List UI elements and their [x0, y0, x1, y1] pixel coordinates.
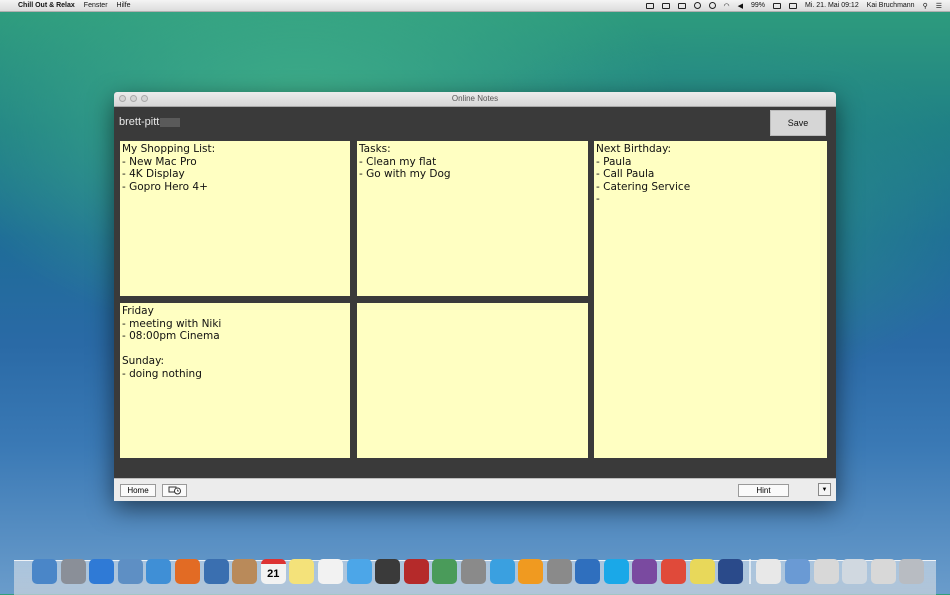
- bluetooth-icon[interactable]: [708, 2, 716, 9]
- screenshot3-icon[interactable]: [870, 559, 896, 584]
- notification-center-icon[interactable]: ☰: [936, 2, 942, 10]
- home-button[interactable]: Home: [120, 484, 156, 497]
- menu-item-fenster[interactable]: Fenster: [84, 2, 108, 9]
- messages-icon[interactable]: [346, 559, 372, 584]
- calendar-icon[interactable]: 21: [260, 559, 286, 584]
- document-icon[interactable]: [756, 559, 782, 584]
- bottom-toolbar: Home Hint ▼: [114, 478, 836, 501]
- finder-icon[interactable]: [32, 559, 57, 584]
- spotlight-icon[interactable]: ⚲: [923, 2, 928, 10]
- camera-icon[interactable]: [203, 559, 229, 584]
- user-menu[interactable]: Kai Bruchmann: [867, 2, 915, 9]
- reminders-icon[interactable]: [317, 559, 343, 584]
- battery-percent[interactable]: 99%: [751, 2, 765, 9]
- window-title: Online Notes: [451, 94, 499, 103]
- photo-booth-icon[interactable]: [403, 559, 429, 584]
- menu-app-name[interactable]: Chill Out & Relax: [18, 2, 75, 9]
- notes-icon[interactable]: [289, 559, 315, 584]
- note-tasks[interactable]: Tasks: - Clean my flat - Go with my Dog: [357, 141, 588, 296]
- itunes-icon[interactable]: [489, 559, 515, 584]
- hint-button[interactable]: Hint: [738, 484, 789, 497]
- screenshot2-icon[interactable]: [842, 559, 868, 584]
- xcode-icon[interactable]: [575, 559, 601, 584]
- display-icon[interactable]: [645, 2, 654, 9]
- history-button[interactable]: [162, 484, 187, 497]
- keyboard-icon[interactable]: [789, 2, 798, 9]
- trash-icon[interactable]: [899, 559, 925, 584]
- app-store-icon[interactable]: [89, 559, 115, 584]
- wifi-icon[interactable]: ◠: [724, 2, 730, 10]
- dock-separator: [748, 559, 751, 584]
- winrar-icon[interactable]: [632, 559, 658, 584]
- menu-item-hilfe[interactable]: Hilfe: [117, 2, 131, 9]
- note-shopping-list[interactable]: My Shopping List: - New Mac Pro - 4K Dis…: [120, 141, 350, 296]
- time-machine-icon[interactable]: [693, 2, 701, 9]
- history-icon: [168, 486, 181, 495]
- chevron-down-icon: ▼: [821, 486, 828, 493]
- username-label: brett-pitt: [119, 116, 181, 128]
- firefox-icon[interactable]: [174, 559, 200, 584]
- note-next-birthday[interactable]: Next Birthday: - Paula - Call Paula - Ca…: [594, 141, 827, 458]
- facetime-icon[interactable]: [375, 559, 401, 584]
- clock[interactable]: Mi. 21. Mai 09:12: [805, 2, 859, 9]
- note-weekend-plans[interactable]: Friday - meeting with Niki - 08:00pm Cin…: [120, 303, 350, 458]
- note-empty[interactable]: [357, 303, 588, 458]
- dock-icons: 21: [32, 559, 925, 584]
- save-button[interactable]: Save: [770, 110, 826, 136]
- chrome-icon[interactable]: [661, 559, 687, 584]
- menu-bar: Chill Out & Relax Fenster Hilfe ◠ ◀ 99% …: [0, 0, 950, 12]
- title-bar[interactable]: Online Notes: [114, 92, 836, 107]
- battery-icon: [773, 2, 782, 9]
- skype-icon[interactable]: [603, 559, 629, 584]
- options-dropdown-button[interactable]: ▼: [818, 483, 831, 496]
- preview-icon[interactable]: [117, 559, 143, 584]
- screen-icon[interactable]: [677, 2, 686, 9]
- iphoto-icon[interactable]: [432, 559, 458, 584]
- system-preferences-icon[interactable]: [546, 559, 572, 584]
- volume-icon[interactable]: ◀: [738, 2, 743, 10]
- airplay-icon[interactable]: [661, 2, 670, 9]
- redacted-text: [160, 117, 181, 127]
- downloads-folder-icon[interactable]: [785, 559, 811, 584]
- launchpad-icon[interactable]: [60, 559, 86, 584]
- safari-icon[interactable]: [146, 559, 172, 584]
- user-bar: brett-pitt Save: [114, 107, 836, 140]
- online-notes-window: Online Notes brett-pitt Save My Shopping…: [114, 92, 836, 501]
- screenshot-icon[interactable]: [813, 559, 839, 584]
- calendar-day: 21: [267, 568, 280, 580]
- image-capture-icon[interactable]: [460, 559, 486, 584]
- stickies-icon[interactable]: [689, 559, 715, 584]
- monitor-icon[interactable]: [718, 559, 744, 584]
- username-text: brett-pitt: [119, 116, 160, 128]
- ibooks-icon[interactable]: [518, 559, 544, 584]
- contacts-icon[interactable]: [232, 559, 258, 584]
- dock: 21: [14, 559, 936, 595]
